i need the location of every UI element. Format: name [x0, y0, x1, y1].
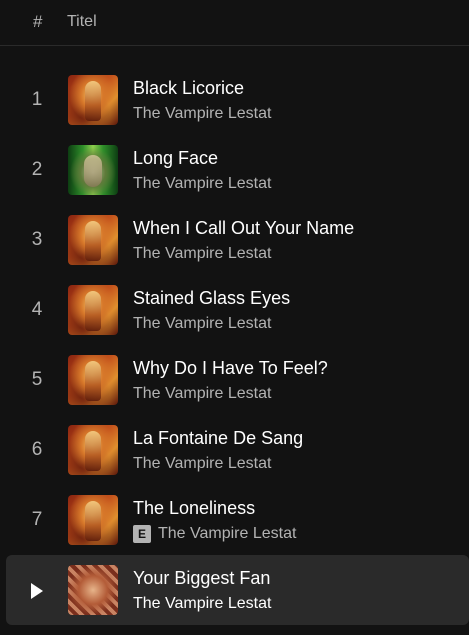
play-icon[interactable]	[31, 583, 43, 599]
track-title[interactable]: Why Do I Have To Feel?	[133, 358, 328, 379]
track-number-column-header: #	[33, 12, 43, 31]
track-row[interactable]: 3 When I Call Out Your Name The Vampire …	[6, 205, 469, 275]
track-number: 3	[31, 229, 43, 250]
track-row-active[interactable]: Your Biggest Fan The Vampire Lestat	[6, 555, 469, 625]
track-artist[interactable]: The Vampire Lestat	[133, 105, 271, 123]
track-title[interactable]: Black Licorice	[133, 78, 244, 99]
track-number: 7	[31, 509, 43, 530]
album-cover	[68, 495, 118, 545]
track-title[interactable]: Long Face	[133, 148, 218, 169]
explicit-badge: E	[133, 525, 151, 543]
track-number: 1	[31, 89, 43, 110]
album-cover	[68, 565, 118, 615]
track-row[interactable]: 1 Black Licorice The Vampire Lestat	[6, 65, 469, 135]
track-number: 6	[31, 439, 43, 460]
track-number: 4	[31, 299, 43, 320]
track-row[interactable]: 2 Long Face The Vampire Lestat	[6, 135, 469, 205]
album-cover	[68, 355, 118, 405]
track-artist[interactable]: The Vampire Lestat	[133, 175, 271, 193]
album-cover	[68, 215, 118, 265]
track-title[interactable]: La Fontaine De Sang	[133, 428, 303, 449]
track-title[interactable]: Stained Glass Eyes	[133, 288, 290, 309]
track-row[interactable]: 7 The Loneliness E The Vampire Lestat	[6, 485, 469, 555]
album-cover	[68, 75, 118, 125]
track-artist[interactable]: The Vampire Lestat	[133, 385, 271, 403]
track-number: 2	[31, 159, 43, 180]
track-row[interactable]: 5 Why Do I Have To Feel? The Vampire Les…	[6, 345, 469, 415]
track-title[interactable]: The Loneliness	[133, 498, 255, 519]
track-artist[interactable]: The Vampire Lestat	[133, 245, 271, 263]
title-column-header[interactable]: Titel	[67, 13, 97, 31]
track-number: 5	[31, 369, 43, 390]
track-title[interactable]: When I Call Out Your Name	[133, 218, 354, 239]
album-cover	[68, 145, 118, 195]
track-artist[interactable]: The Vampire Lestat	[133, 455, 271, 473]
track-artist[interactable]: The Vampire Lestat	[158, 525, 296, 543]
tracklist-header: # Titel	[0, 0, 469, 46]
album-cover	[68, 425, 118, 475]
track-row[interactable]: 6 La Fontaine De Sang The Vampire Lestat	[6, 415, 469, 485]
track-row[interactable]: 4 Stained Glass Eyes The Vampire Lestat	[6, 275, 469, 345]
track-artist[interactable]: The Vampire Lestat	[133, 595, 271, 613]
track-title[interactable]: Your Biggest Fan	[133, 568, 270, 589]
album-cover	[68, 285, 118, 335]
track-artist[interactable]: The Vampire Lestat	[133, 315, 271, 333]
